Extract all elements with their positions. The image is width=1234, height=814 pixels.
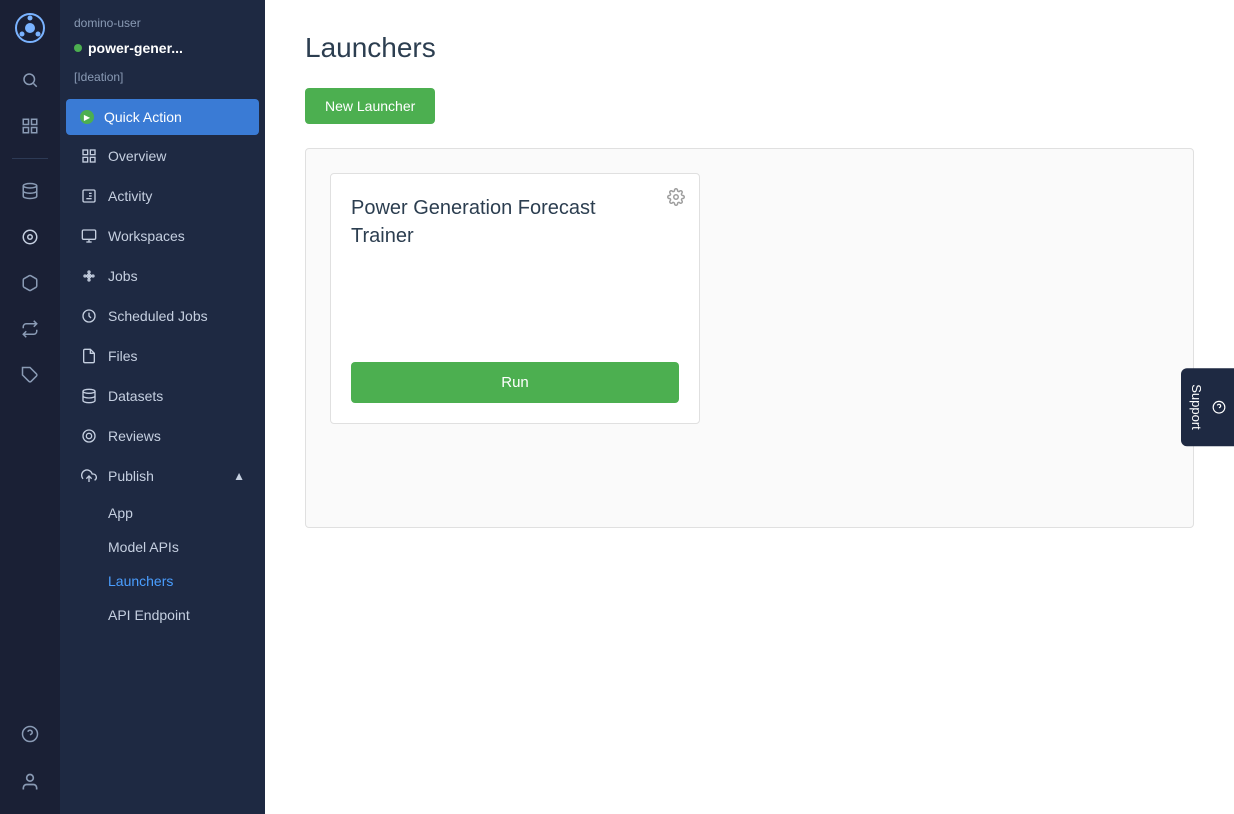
launcher-card: Power Generation Forecast Trainer Run bbox=[330, 173, 700, 424]
sidebar-item-reviews[interactable]: Reviews bbox=[66, 417, 259, 455]
workspaces-label: Workspaces bbox=[108, 228, 185, 244]
publish-label: Publish bbox=[108, 468, 154, 484]
model-apis-label: Model APIs bbox=[108, 539, 179, 555]
workspaces-icon bbox=[80, 227, 98, 245]
transfer-nav-icon[interactable] bbox=[10, 309, 50, 349]
sidebar-bottom-actions bbox=[10, 714, 50, 802]
sidebar-item-launchers[interactable]: Launchers bbox=[66, 565, 259, 597]
tag-nav-icon[interactable] bbox=[10, 355, 50, 395]
project-status-dot bbox=[74, 44, 82, 52]
launcher-card-title: Power Generation Forecast Trainer bbox=[351, 194, 679, 250]
app-logo[interactable] bbox=[14, 12, 46, 44]
jobs-label: Jobs bbox=[108, 268, 138, 284]
sidebar-item-app[interactable]: App bbox=[66, 497, 259, 529]
publish-icon bbox=[80, 467, 98, 485]
scheduled-jobs-icon bbox=[80, 307, 98, 325]
main-inner: Launchers New Launcher Power Generation … bbox=[265, 0, 1234, 814]
cube-nav-icon[interactable] bbox=[10, 263, 50, 303]
activity-label: Activity bbox=[108, 188, 152, 204]
project-name[interactable]: power-gener... bbox=[60, 40, 265, 70]
nav-sidebar: domino-user power-gener... [Ideation] ▶ … bbox=[60, 0, 265, 814]
sidebar-divider bbox=[12, 158, 48, 159]
overview-label: Overview bbox=[108, 148, 166, 164]
support-label: Support bbox=[1189, 384, 1204, 430]
sidebar-item-model-apis[interactable]: Model APIs bbox=[66, 531, 259, 563]
project-nav-icon[interactable] bbox=[10, 217, 50, 257]
play-icon: ▶ bbox=[80, 110, 94, 124]
sidebar-item-jobs[interactable]: Jobs bbox=[66, 257, 259, 295]
username-label: domino-user bbox=[60, 0, 265, 40]
search-nav-icon[interactable] bbox=[10, 60, 50, 100]
files-label: Files bbox=[108, 348, 138, 364]
api-endpoint-label: API Endpoint bbox=[108, 607, 190, 623]
sidebar-item-workspaces[interactable]: Workspaces bbox=[66, 217, 259, 255]
sidebar-item-files[interactable]: Files bbox=[66, 337, 259, 375]
scheduled-jobs-label: Scheduled Jobs bbox=[108, 308, 208, 324]
jobs-icon bbox=[80, 267, 98, 285]
gear-icon[interactable] bbox=[667, 188, 685, 206]
activity-icon bbox=[80, 187, 98, 205]
sidebar-item-api-endpoint[interactable]: API Endpoint bbox=[66, 599, 259, 631]
sidebar-item-activity[interactable]: Activity bbox=[66, 177, 259, 215]
main-content: Launchers New Launcher Power Generation … bbox=[265, 0, 1234, 814]
sidebar-item-quick-action[interactable]: ▶ Quick Action bbox=[66, 99, 259, 135]
quick-action-label: Quick Action bbox=[104, 109, 182, 125]
support-button[interactable]: Support bbox=[1181, 368, 1234, 446]
new-launcher-button[interactable]: New Launcher bbox=[305, 88, 435, 124]
sidebar-item-datasets[interactable]: Datasets bbox=[66, 377, 259, 415]
user-avatar-icon[interactable] bbox=[10, 762, 50, 802]
page-title: Launchers bbox=[305, 32, 1194, 64]
project-tag: [Ideation] bbox=[60, 70, 265, 98]
launchers-area: Power Generation Forecast Trainer Run bbox=[305, 148, 1194, 528]
publish-chevron-icon: ▲ bbox=[233, 469, 245, 483]
datasets-label: Datasets bbox=[108, 388, 163, 404]
sidebar-item-scheduled-jobs[interactable]: Scheduled Jobs bbox=[66, 297, 259, 335]
icon-sidebar bbox=[0, 0, 60, 814]
grid-nav-icon[interactable] bbox=[10, 106, 50, 146]
overview-icon bbox=[80, 147, 98, 165]
help-icon[interactable] bbox=[10, 714, 50, 754]
launchers-label: Launchers bbox=[108, 573, 173, 589]
reviews-icon bbox=[80, 427, 98, 445]
database-nav-icon[interactable] bbox=[10, 171, 50, 211]
sidebar-item-overview[interactable]: Overview bbox=[66, 137, 259, 175]
reviews-label: Reviews bbox=[108, 428, 161, 444]
files-icon bbox=[80, 347, 98, 365]
run-button[interactable]: Run bbox=[351, 362, 679, 403]
sidebar-section-publish[interactable]: Publish ▲ bbox=[66, 457, 259, 495]
launcher-card-spacer bbox=[351, 266, 679, 346]
app-label: App bbox=[108, 505, 133, 521]
datasets-icon bbox=[80, 387, 98, 405]
